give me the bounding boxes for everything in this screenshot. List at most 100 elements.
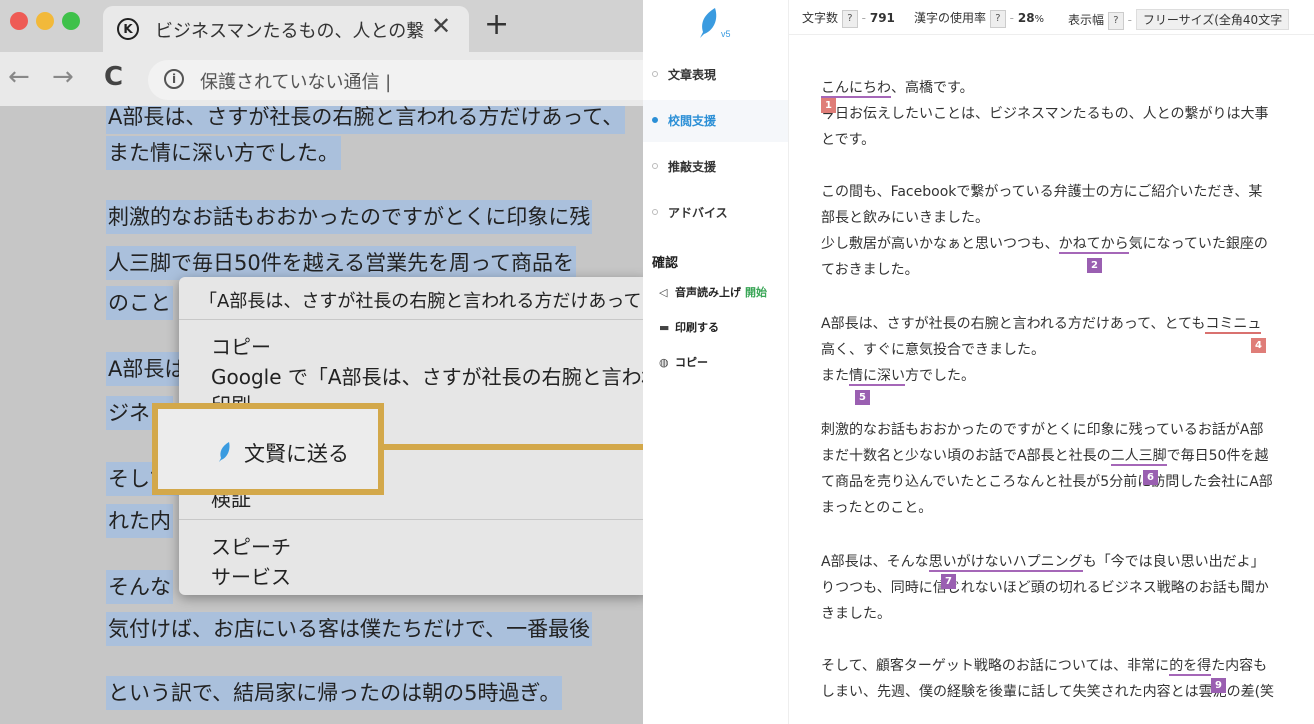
doc-line: この間も、Facebookで繋がっている弁護士の方にご紹介いただき、某	[821, 184, 1263, 200]
browser-tab[interactable]: K ビジネスマンたるもの、人との繋が ✕	[103, 6, 469, 52]
doc-line: A部長は、そんな思いがけないハプニングも「今では良い思い出だよ」	[821, 554, 1265, 572]
doc-line: まだ十数名と少ない頃のお話でA部長と社長の二人三脚で毎日50件を越	[821, 448, 1269, 466]
menu-item-services[interactable]: サービス	[211, 561, 291, 590]
sidebar: v5 文章表現 校閲支援 推敲支援 アドバイス 確認 ◁ 音声読み上げ 開始 ▬ 印刷…	[643, 0, 789, 724]
tab-strip: K ビジネスマンたるもの、人との繋が ✕ +	[0, 0, 643, 52]
doc-line: こんにちわ、高橋です。	[821, 80, 974, 98]
document-editor[interactable]: こんにちわ、高橋です。 今日お伝えしたいことは、ビジネスマンたるもの、人との繋が…	[821, 42, 1314, 724]
reload-icon[interactable]: C	[104, 62, 123, 92]
menu-item-google-search[interactable]: Google で「A部長は、さすが社長の右腕と言われる	[211, 361, 643, 390]
kanji-rate-label: 漢字の使用率	[914, 11, 987, 25]
selected-text-line: のこと	[106, 286, 173, 320]
doc-line: りつつも、同時に信じれないほど頭の切れるビジネス戦略のお話も聞か	[821, 580, 1269, 596]
menu-divider	[179, 519, 643, 520]
nav-label: 推敲支援	[668, 160, 717, 174]
printer-icon: ▬	[659, 321, 670, 334]
issue-marker[interactable]: 6	[1143, 470, 1158, 485]
char-count-value: 791	[869, 11, 895, 25]
doc-line: 部長と飲みにいきました。	[821, 210, 989, 226]
help-icon[interactable]: ?	[989, 9, 1006, 28]
site-favicon-icon: K	[117, 18, 139, 40]
char-count-label: 文字数	[802, 11, 839, 25]
doc-line: 刺激的なお話もおおかったのですがとくに印象に残っているお話がA部	[821, 422, 1264, 438]
copy-icon: ◍	[659, 356, 669, 369]
read-aloud-item[interactable]: ◁ 音声読み上げ 開始	[659, 284, 767, 300]
menu-item-speech[interactable]: スピーチ	[211, 531, 291, 560]
display-width-label: 表示幅	[1068, 13, 1105, 27]
forward-arrow-icon[interactable]: →	[52, 62, 74, 92]
address-bar[interactable]: i 保護されていない通信 |	[148, 60, 643, 100]
selected-text-line: そんな	[106, 570, 173, 604]
selected-text-line: また情に深い方でした。	[106, 136, 341, 170]
copy-item[interactable]: ◍ コピー	[659, 354, 708, 370]
bunken-logo-icon: v5	[700, 8, 731, 39]
kanji-rate-value: 28	[1017, 11, 1035, 25]
browser-toolbar: ← → C i 保護されていない通信 |	[0, 52, 643, 106]
doc-line: そして、顧客ターゲット戦略のお話については、非常に的を得た内容も	[821, 658, 1268, 676]
nav-dot	[652, 71, 658, 77]
close-tab-icon[interactable]: ✕	[431, 12, 451, 40]
issue-marker[interactable]: 9	[1211, 678, 1226, 693]
browser-window: K ビジネスマンたるもの、人との繋が ✕ + ← → C i 保護されていない通…	[0, 0, 643, 724]
issue-marker[interactable]: 1	[821, 98, 836, 113]
minimize-window-button[interactable]	[36, 12, 54, 30]
zoom-window-button[interactable]	[62, 12, 80, 30]
tab-title: ビジネスマンたるもの、人との繋が	[155, 21, 425, 42]
nav-advice[interactable]: アドバイス	[643, 192, 788, 234]
selected-text-line: 刺激的なお話もおおかったのですがとくに印象に残	[106, 200, 593, 234]
back-arrow-icon[interactable]: ←	[8, 62, 30, 92]
read-aloud-label: 音声読み上げ	[675, 286, 741, 299]
selected-text-line: という訳で、結局家に帰ったのは朝の5時過ぎ。	[106, 676, 563, 710]
info-icon[interactable]: i	[164, 69, 184, 89]
selected-text-line: 気付けば、お店にいる客は僕たちだけで、一番最後	[106, 612, 593, 646]
help-icon[interactable]: ?	[1107, 11, 1124, 30]
kanji-rate-unit: %	[1034, 14, 1045, 25]
help-icon[interactable]: ?	[841, 9, 858, 28]
new-tab-button[interactable]: +	[484, 10, 509, 40]
doc-line: A部長は、さすが社長の右腕と言われる方だけあって、とてもコミニュ	[821, 316, 1262, 334]
selected-text-line: A部長は	[106, 352, 188, 386]
nav-dot	[652, 163, 658, 169]
doc-line: とです。	[821, 132, 876, 148]
issue-marker[interactable]: 2	[1087, 258, 1102, 273]
confirm-heading: 確認	[652, 256, 679, 271]
menu-divider	[179, 319, 643, 320]
doc-line: 高く、すぐに意気投合できました。	[821, 342, 1045, 358]
doc-line: ておきました。	[821, 262, 919, 278]
nav-dot	[652, 209, 658, 215]
quill-icon	[219, 442, 230, 462]
nav-label: 文章表現	[668, 68, 717, 82]
nav-suikou-shien[interactable]: 推敲支援	[643, 146, 788, 188]
bunken-app: v5 文章表現 校閲支援 推敲支援 アドバイス 確認 ◁ 音声読み上げ 開始 ▬ 印刷…	[643, 0, 1314, 724]
menu-item-copy[interactable]: コピー	[211, 331, 271, 360]
stats-bar: 文字数 ? - 791 漢字の使用率 ? - 28% 表示幅 ? - フリーサイ…	[788, 0, 1314, 35]
doc-line: まったとのこと。	[821, 500, 933, 516]
address-text: 保護されていない通信 |	[200, 72, 392, 93]
nav-kouetsu-shien[interactable]: 校閲支援	[643, 100, 788, 142]
start-link[interactable]: 開始	[745, 286, 767, 299]
send-to-bunken-label: 文賢に送る	[244, 442, 349, 466]
doc-line: 少し敷居が高いかなぁと思いつつも、かねてから気になっていた銀座の	[821, 236, 1268, 254]
display-width-select[interactable]: フリーサイズ(全角40文字	[1135, 9, 1290, 30]
close-window-button[interactable]	[10, 12, 28, 30]
nav-label: 校閲支援	[668, 114, 717, 128]
nav-label: アドバイス	[668, 206, 728, 220]
doc-line: また情に深い方でした。	[821, 368, 975, 386]
issue-marker[interactable]: 5	[855, 390, 870, 405]
send-to-bunken-menu-item[interactable]: 文賢に送る	[152, 403, 384, 495]
doc-line: しまい、先週、僕の経験を後輩に話して失笑された内容とは雲泥の差(笑	[821, 684, 1275, 700]
selected-text-line: れた内	[106, 504, 173, 538]
doc-line: きました。	[821, 606, 891, 622]
issue-marker[interactable]: 4	[1251, 338, 1266, 353]
speaker-icon: ◁	[659, 286, 668, 299]
selected-text-line: A部長は、さすが社長の右腕と言われる方だけあって、	[106, 106, 626, 134]
doc-line: て商品を売り込んでいたところなんと社長が5分前に訪問した会社にA部	[821, 474, 1273, 490]
nav-dot	[652, 117, 658, 123]
doc-line: 今日お伝えしたいことは、ビジネスマンたるもの、人との繋がりは大事	[821, 106, 1269, 122]
version-label: v5	[721, 29, 731, 39]
print-item[interactable]: ▬ 印刷する	[659, 319, 719, 335]
issue-marker[interactable]: 7	[941, 574, 956, 589]
print-label: 印刷する	[675, 321, 719, 334]
selected-text-line: 人三脚で毎日50件を越える営業先を周って商品を	[106, 246, 577, 280]
nav-bunshou-hyougen[interactable]: 文章表現	[643, 54, 788, 96]
